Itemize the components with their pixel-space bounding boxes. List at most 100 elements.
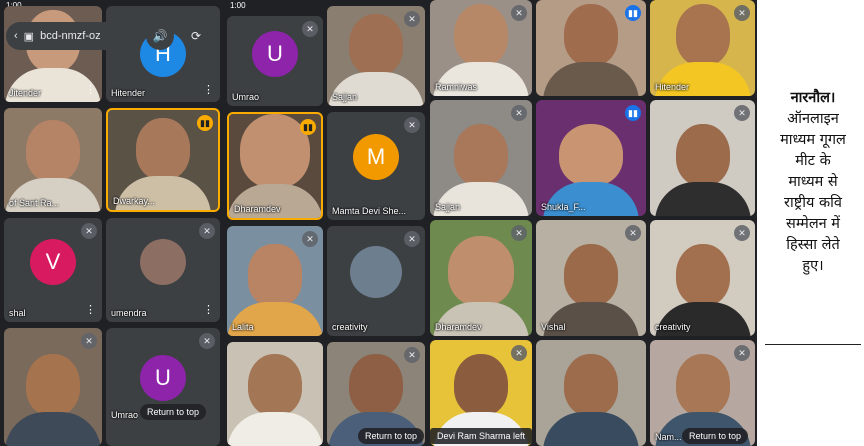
mic-off-icon: ✕ bbox=[81, 333, 97, 349]
participant-name: Umrao bbox=[111, 410, 139, 420]
caption-divider bbox=[765, 344, 861, 345]
participant-tile[interactable]: ✕ Sajjan bbox=[430, 100, 532, 216]
participant-tile[interactable]: ✕ Lalita bbox=[227, 226, 323, 336]
participant-name: Vishal bbox=[541, 322, 566, 332]
mic-off-icon: ✕ bbox=[734, 225, 750, 241]
caption-line: माध्यम गूगल bbox=[780, 132, 846, 148]
photo-caption: नारनौल। ऑनलाइन माध्यम गूगल मीट के माध्यम… bbox=[763, 88, 863, 277]
caption-line: माध्यम से bbox=[788, 174, 838, 190]
participant-name: Ramniwas bbox=[435, 82, 478, 92]
participant-tile[interactable]: of Sant Ra... bbox=[4, 108, 102, 212]
mic-off-icon: ✕ bbox=[404, 117, 420, 133]
mic-off-icon: ✕ bbox=[199, 333, 215, 349]
mic-off-icon: ✕ bbox=[734, 105, 750, 121]
mic-off-icon: ✕ bbox=[511, 345, 527, 361]
participant-avatar: U bbox=[140, 354, 186, 401]
participant-name: Dwarkay... bbox=[113, 196, 155, 206]
participant-name: Sajjan bbox=[332, 92, 358, 102]
mic-off-icon: ✕ bbox=[302, 21, 318, 37]
participant-name: Nam... bbox=[655, 432, 682, 442]
participant-tile[interactable] bbox=[536, 340, 646, 446]
meeting-info-icon: ▣ bbox=[23, 30, 35, 43]
participant-tile[interactable]: ▮▮ Shukla_F... bbox=[536, 100, 646, 216]
participant-name: Sajjan bbox=[435, 202, 461, 212]
mic-off-icon: ✕ bbox=[81, 223, 97, 239]
participant-tile[interactable]: ✕ Sajjan bbox=[327, 6, 425, 106]
participant-tile[interactable]: Jitender ⋮ bbox=[4, 6, 102, 102]
participant-avatar: M bbox=[353, 134, 399, 181]
return-to-top-button[interactable]: Return to top bbox=[358, 428, 425, 444]
participant-name: of Sant Ra... bbox=[9, 198, 60, 208]
speaking-indicator-icon: ▮▮ bbox=[625, 105, 641, 121]
participant-name: Hitender bbox=[111, 88, 146, 98]
participant-tile[interactable]: ✕ Ramniwas bbox=[430, 0, 532, 96]
caption-line: हुए। bbox=[802, 258, 824, 274]
mic-off-icon: ✕ bbox=[404, 231, 420, 247]
participant-tile[interactable]: U ✕ Umrao bbox=[106, 328, 220, 446]
participant-tile[interactable]: ✕ bbox=[650, 100, 755, 216]
caption-line: ऑनलाइन bbox=[787, 111, 839, 127]
participant-name: Jitender bbox=[9, 88, 42, 98]
mic-off-icon: ✕ bbox=[511, 105, 527, 121]
participant-tile[interactable] bbox=[227, 342, 323, 446]
more-options-icon[interactable]: ⋮ bbox=[203, 83, 214, 96]
participant-tile[interactable]: ✕ creativity bbox=[650, 220, 755, 336]
participant-tile[interactable]: ✕ Hitender bbox=[650, 0, 755, 96]
return-to-top-button[interactable]: Return to top bbox=[140, 404, 207, 420]
participant-tile[interactable]: ✕ creativity bbox=[327, 226, 425, 336]
participant-avatar: V bbox=[30, 238, 76, 285]
mic-off-icon: ✕ bbox=[734, 5, 750, 21]
mic-off-icon: ✕ bbox=[404, 11, 420, 27]
more-options-icon[interactable]: ⋮ bbox=[203, 303, 214, 316]
participant-name: Lalita bbox=[232, 322, 254, 332]
caption-line: हिस्सा लेते bbox=[786, 237, 840, 253]
participant-name: Mamta Devi She... bbox=[332, 206, 407, 216]
participant-name: umendra bbox=[111, 308, 147, 318]
participant-name: Hitender bbox=[655, 82, 690, 92]
meeting-code-chip[interactable]: ‹ ▣ bcd-nmzf-oz bbox=[6, 22, 138, 50]
caption-line: मीट के bbox=[795, 153, 831, 169]
participant-tile[interactable]: H Hitender ⋮ bbox=[106, 6, 220, 102]
status-time: 1:00 bbox=[230, 1, 246, 10]
speaking-indicator-icon: ▮▮ bbox=[625, 5, 641, 21]
caption-line: राष्ट्रीय कवि bbox=[784, 195, 842, 211]
participant-tile[interactable]: U ✕ Umrao bbox=[227, 16, 323, 106]
more-options-icon[interactable]: ⋮ bbox=[85, 83, 96, 96]
participant-tile[interactable]: ✕ bbox=[4, 328, 102, 446]
more-options-icon[interactable]: ⋮ bbox=[85, 303, 96, 316]
participant-tile[interactable]: V ✕ shal ⋮ bbox=[4, 218, 102, 322]
speaking-indicator-icon: ▮▮ bbox=[300, 119, 316, 135]
mic-off-icon: ✕ bbox=[734, 345, 750, 361]
participant-name: creativity bbox=[332, 322, 368, 332]
participant-avatar bbox=[140, 238, 186, 285]
participant-name: Umrao bbox=[232, 92, 260, 102]
participant-avatar: U bbox=[252, 30, 298, 77]
mic-off-icon: ✕ bbox=[302, 231, 318, 247]
meet-screen-2: 1:00 U ✕ Umrao ✕ Sajjan ▮▮ Dharamdev M ✕… bbox=[224, 0, 428, 446]
meet-screen-1: 1:00 Jitender ⋮ H Hitender ⋮ ‹ ▣ bcd-nmz… bbox=[0, 0, 224, 446]
participant-tile[interactable]: M ✕ Mamta Devi She... bbox=[327, 112, 425, 220]
mic-off-icon: ✕ bbox=[511, 225, 527, 241]
participant-name: creativity bbox=[655, 322, 691, 332]
speaker-icon[interactable]: 🔊 bbox=[146, 22, 174, 50]
meet-screen-3: ✕ Ramniwas ▮▮ ✕ Hitender ✕ Sajjan ▮▮ Shu… bbox=[428, 0, 757, 446]
participant-tile[interactable]: ✕ Dharamdev bbox=[430, 220, 532, 336]
mic-off-icon: ✕ bbox=[511, 5, 527, 21]
participant-tile-speaking[interactable]: ▮▮ Dharamdev bbox=[227, 112, 323, 220]
mic-off-icon: ✕ bbox=[625, 225, 641, 241]
return-to-top-button[interactable]: Return to top bbox=[682, 428, 749, 444]
participant-name: Shukla_F... bbox=[541, 202, 586, 212]
participant-name: Dharamdev bbox=[234, 204, 281, 214]
participant-left-toast: Devi Ram Sharma left bbox=[430, 428, 533, 444]
switch-camera-icon[interactable]: ⟳ bbox=[182, 22, 210, 50]
participant-tile[interactable]: ▮▮ bbox=[536, 0, 646, 96]
mic-off-icon: ✕ bbox=[404, 347, 420, 363]
newspaper-caption-panel: नारनौल। ऑनलाइन माध्यम गूगल मीट के माध्यम… bbox=[757, 0, 864, 446]
meeting-screenshot-collage: 1:00 Jitender ⋮ H Hitender ⋮ ‹ ▣ bcd-nmz… bbox=[0, 0, 757, 446]
participant-tile[interactable]: ✕ Vishal bbox=[536, 220, 646, 336]
participant-tile[interactable]: ✕ umendra ⋮ bbox=[106, 218, 220, 322]
participant-tile-speaking[interactable]: ▮▮ Dwarkay... bbox=[106, 108, 220, 212]
speaking-indicator-icon: ▮▮ bbox=[197, 115, 213, 131]
participant-avatar bbox=[350, 246, 402, 299]
back-arrow-icon[interactable]: ‹ bbox=[14, 30, 18, 42]
